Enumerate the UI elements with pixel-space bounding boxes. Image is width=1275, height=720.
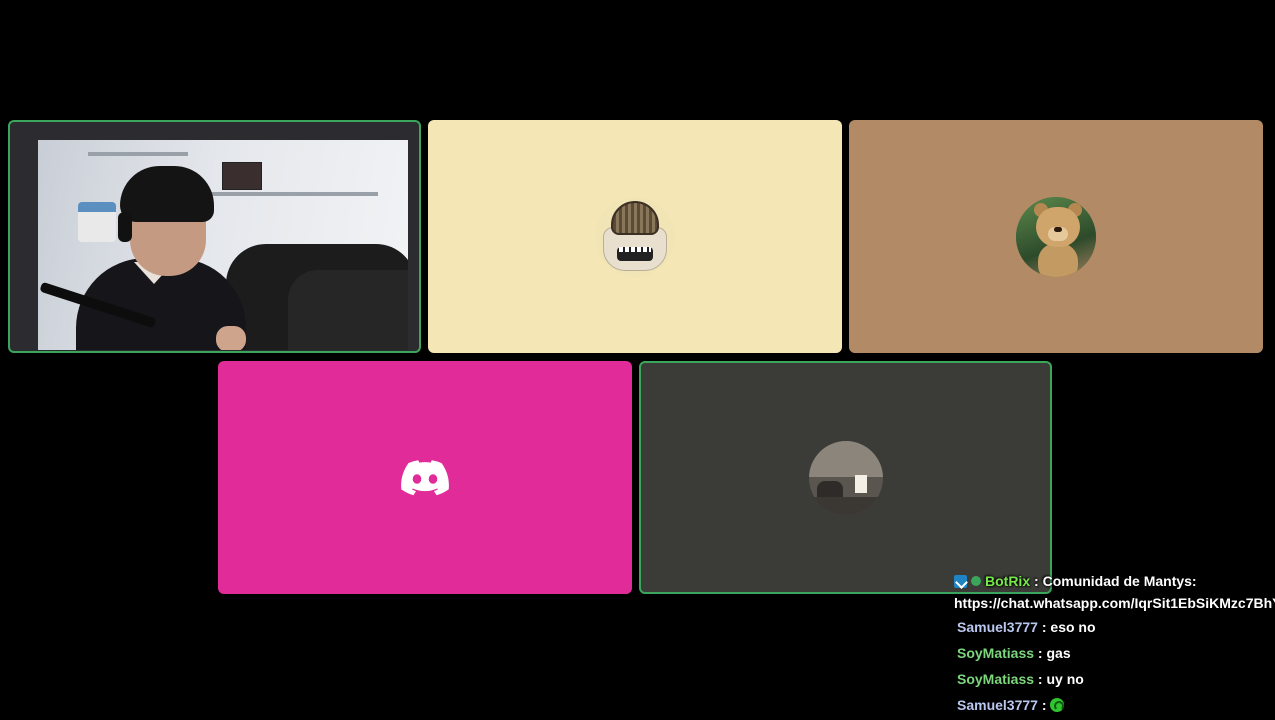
chat-message: SoyMatiass : gas [954, 640, 1275, 666]
green-smile-emote-icon [1050, 698, 1065, 713]
chat-username: BotRix [985, 573, 1031, 589]
teddy-bear-avatar [1016, 196, 1096, 277]
chat-separator: : [1030, 573, 1043, 589]
verified-badge-icon [971, 576, 981, 587]
chat-separator: : [1037, 697, 1051, 713]
chat-message: Samuel3777 : [954, 692, 1275, 718]
chat-username: SoyMatiass [957, 671, 1035, 687]
bot-badge-icon [954, 574, 967, 588]
chat-text: uy no [1046, 671, 1084, 687]
participant-tile-room[interactable] [639, 361, 1052, 594]
chat-text: gas [1046, 645, 1071, 661]
chat-separator: : [1037, 619, 1051, 635]
participant-tile-bear[interactable] [849, 120, 1263, 353]
chat-message-continuation: https://chat.whatsapp.com/IqrSit1EbSiKMz… [954, 592, 1275, 614]
skull-mask-avatar [595, 196, 675, 277]
room-photo-avatar [808, 440, 883, 515]
chat-message: BotRix : Comunidad de Mantys: [954, 570, 1275, 592]
chat-username: SoyMatiass [957, 645, 1035, 661]
chat-message: Samuel3777 : eso no [954, 614, 1275, 640]
participant-tile-skull[interactable] [428, 120, 842, 353]
webcam-video [38, 140, 408, 350]
participant-tile-discord[interactable] [218, 361, 632, 594]
chat-separator: : [1034, 645, 1047, 661]
chat-username: Samuel3777 [957, 619, 1038, 635]
participant-tile-webcam[interactable] [8, 120, 421, 353]
chat-overlay: BotRix : Comunidad de Mantys: https://ch… [954, 570, 1275, 718]
discord-logo-icon [401, 459, 449, 495]
chat-text: Comunidad de Mantys: [1042, 573, 1197, 589]
chat-message: SoyMatiass : uy no [954, 666, 1275, 692]
chat-link[interactable]: https://chat.whatsapp.com/IqrSit1EbSiKMz… [954, 595, 1275, 611]
chat-text: eso no [1050, 619, 1096, 635]
chat-separator: : [1034, 671, 1047, 687]
chat-username: Samuel3777 [957, 697, 1038, 713]
